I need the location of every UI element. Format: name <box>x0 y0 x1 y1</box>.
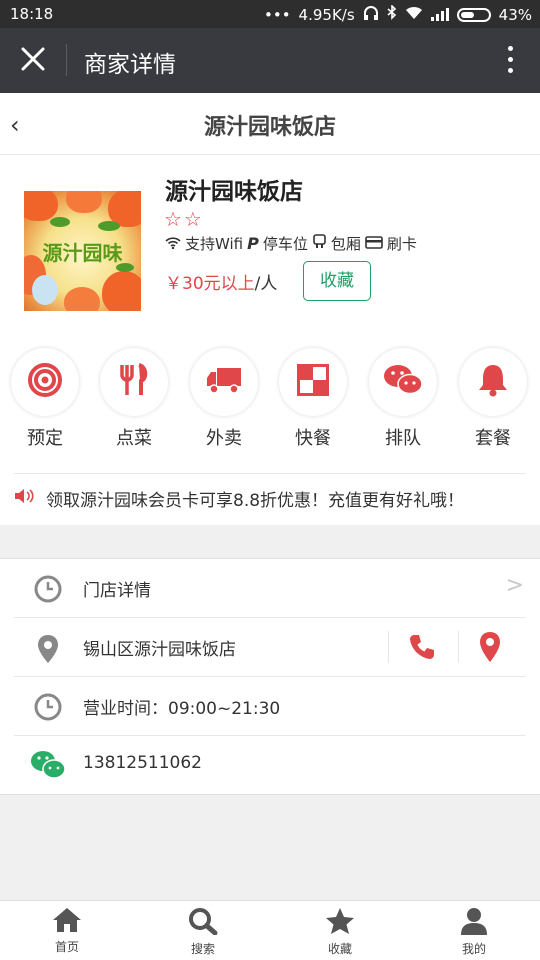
phone-icon[interactable] <box>408 633 436 665</box>
title-separator <box>66 44 67 76</box>
tab-search[interactable]: 搜索 <box>163 907 243 957</box>
shop-header: ‹ 源汁园味饭店 <box>0 93 540 155</box>
search-icon <box>188 908 218 939</box>
address-text: 锡山区源汁园味饭店 <box>83 640 236 660</box>
amenities: 支持Wifi P 停车位 包厢 刷卡 <box>165 233 417 254</box>
title-bar: 商家详情 <box>0 28 540 93</box>
close-icon[interactable] <box>18 44 48 74</box>
tab-favorites[interactable]: 收藏 <box>300 907 380 957</box>
bottom-tab-bar: 首页 搜索 收藏 我的 <box>0 900 540 960</box>
tab-label: 搜索 <box>190 942 215 956</box>
category-fast-food[interactable]: 快餐 <box>278 348 348 450</box>
card-icon <box>365 235 383 253</box>
wechat-icon <box>30 750 66 779</box>
wifi-icon <box>405 6 423 24</box>
shop-info: 源汁园味 源汁园味饭店 ☆☆ 支持Wifi P 停车位 包厢 刷卡 ￥30元以上… <box>0 155 540 525</box>
store-details-label: 门店详情 <box>83 581 151 601</box>
category-label: 排队 <box>385 428 421 449</box>
rating-stars: ☆☆ <box>164 207 204 231</box>
logo-text: 源汁园味 <box>42 241 123 265</box>
tab-label: 我的 <box>461 942 486 956</box>
network-speed: 4.95K/s <box>298 5 355 24</box>
category-set-meal[interactable]: 套餐 <box>458 348 528 450</box>
status-right: ••• 4.95K/s 43% <box>264 4 532 24</box>
home-icon <box>52 908 82 937</box>
hours-row: 营业时间：09:00~21:30 <box>0 677 540 736</box>
checker-icon <box>297 364 329 400</box>
clock-icon <box>34 693 62 721</box>
category-label: 快餐 <box>295 428 331 449</box>
bluetooth-icon <box>387 4 397 24</box>
favorite-button[interactable]: 收藏 <box>303 261 371 301</box>
business-hours: 营业时间：09:00~21:30 <box>83 699 281 719</box>
bell-icon <box>477 363 509 401</box>
location-pin-icon <box>34 634 62 663</box>
tab-me[interactable]: 我的 <box>434 907 514 957</box>
promo-notice[interactable]: 领取源汁园味会员卡可享8.8折优惠！充值更有好礼哦！ <box>14 473 526 511</box>
shop-name: 源汁园味饭店 <box>165 179 303 205</box>
price-amount: ￥30元以上 <box>165 274 255 294</box>
battery-icon <box>456 7 491 22</box>
chat-bubbles-icon <box>383 364 423 400</box>
amenity-private-room: 包厢 <box>330 235 361 253</box>
wechat-number: 13812511062 <box>83 753 202 773</box>
category-order[interactable]: 点菜 <box>99 348 169 450</box>
category-label: 点菜 <box>116 428 152 449</box>
category-label: 外卖 <box>206 428 242 449</box>
star-icon <box>325 908 355 939</box>
tab-label: 首页 <box>54 940 79 954</box>
status-dots: ••• <box>264 5 291 24</box>
category-reserve[interactable]: 预定 <box>10 348 80 450</box>
store-details-list: 门店详情 > 锡山区源汁园味饭店 营业时间：09:00~21:30 138125… <box>0 558 540 795</box>
shop-logo: 源汁园味 <box>24 191 141 311</box>
category-grid: 预定 点菜 外卖 快餐 排队 套餐 <box>0 348 540 458</box>
tab-home[interactable]: 首页 <box>27 907 107 955</box>
price-per-person: ￥30元以上/人 <box>165 269 277 294</box>
more-icon[interactable] <box>508 46 514 76</box>
promo-text: 领取源汁园味会员卡可享8.8折优惠！充值更有好礼哦！ <box>46 491 465 511</box>
price-unit: /人 <box>254 274 278 294</box>
amenity-wifi: 支持Wifi <box>185 235 244 253</box>
chevron-right-icon: > <box>505 573 524 598</box>
page-title: 商家详情 <box>84 52 176 78</box>
target-icon <box>28 363 62 401</box>
tab-label: 收藏 <box>327 942 352 956</box>
map-pin-icon[interactable] <box>478 631 502 667</box>
status-time: 18:18 <box>10 5 54 23</box>
speaker-icon <box>14 488 34 509</box>
category-queue[interactable]: 排队 <box>368 348 438 450</box>
address-row: 锡山区源汁园味饭店 <box>0 618 540 677</box>
clock-icon <box>34 575 62 603</box>
headset-icon <box>363 5 379 24</box>
private-room-icon <box>312 234 327 253</box>
user-icon <box>460 908 488 939</box>
category-label: 预定 <box>27 428 63 449</box>
store-details-row[interactable]: 门店详情 > <box>0 559 540 618</box>
amenity-card: 刷卡 <box>386 235 417 253</box>
category-takeout[interactable]: 外卖 <box>189 348 259 450</box>
header-shop-name: 源汁园味饭店 <box>203 115 336 140</box>
battery-percent: 43% <box>498 5 532 24</box>
wifi-icon <box>165 235 181 253</box>
amenity-parking: 停车位 <box>262 235 308 253</box>
wechat-row[interactable]: 13812511062 <box>0 736 540 795</box>
parking-icon: P <box>247 234 259 253</box>
signal-icon <box>430 8 449 21</box>
truck-icon <box>206 366 242 398</box>
status-bar: 18:18 ••• 4.95K/s 43% <box>0 0 540 28</box>
fork-knife-icon <box>119 363 149 401</box>
category-label: 套餐 <box>475 428 511 449</box>
